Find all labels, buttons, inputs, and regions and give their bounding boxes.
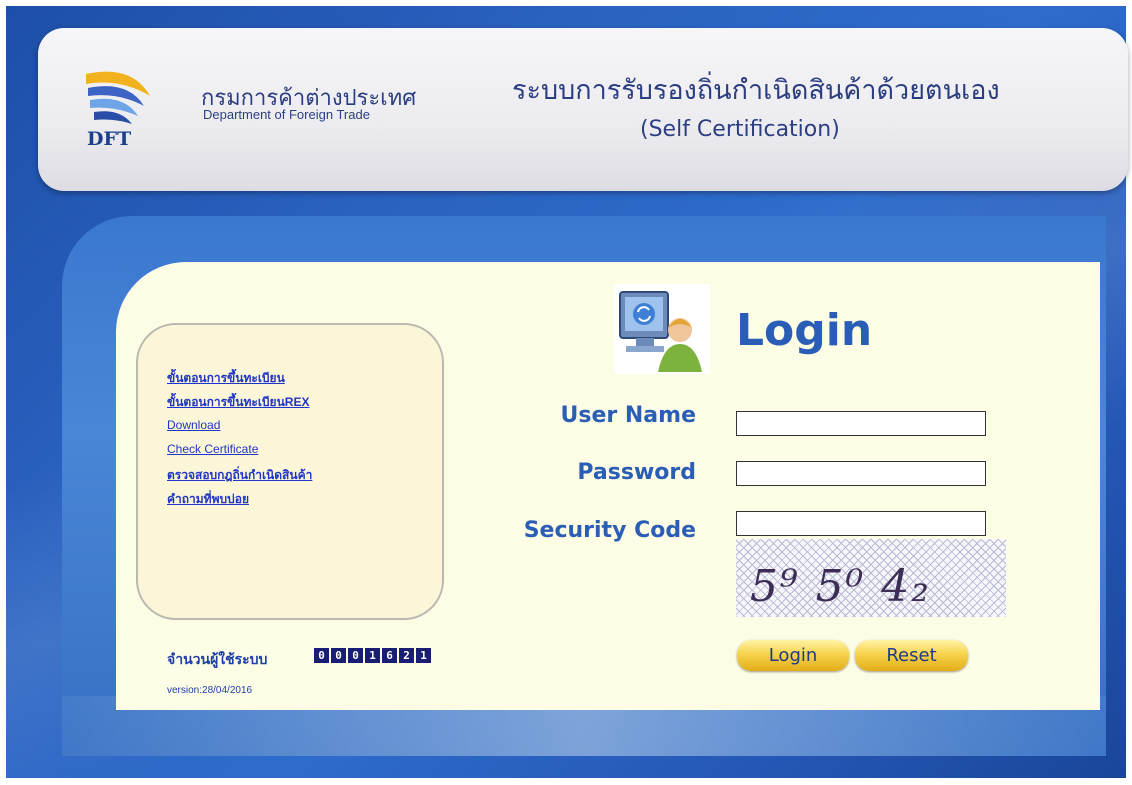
user-counter: 0 0 0 1 6 2 1: [314, 648, 431, 663]
login-button[interactable]: Login: [737, 640, 849, 671]
password-label: Password: [577, 460, 696, 485]
captcha-text: 5⁹ 5⁰ 4₂: [750, 561, 931, 612]
logo-text: DFT: [87, 128, 132, 150]
link-origin-rules[interactable]: ตรวจสอบกฎถิ่นกำเนิดสินค้า: [167, 466, 312, 485]
username-label: User Name: [560, 403, 697, 428]
link-faq[interactable]: คำถามที่พบบ่อย: [167, 490, 249, 509]
org-name-english: Department of Foreign Trade: [203, 107, 370, 122]
login-title: Login: [736, 305, 873, 356]
link-check-certificate[interactable]: Check Certificate: [167, 442, 258, 456]
link-download[interactable]: Download: [167, 418, 220, 432]
counter-digit: 1: [416, 648, 431, 663]
counter-digit: 1: [365, 648, 380, 663]
counter-digit: 2: [399, 648, 414, 663]
system-title-thai: ระบบการรับรองถิ่นกำเนิดสินค้าด้วยตนเอง: [512, 75, 1000, 105]
security-code-label: Security Code: [523, 518, 696, 543]
username-input[interactable]: [736, 411, 986, 436]
version-text: version:28/04/2016: [167, 685, 253, 696]
password-input[interactable]: [736, 461, 986, 486]
counter-digit: 6: [382, 648, 397, 663]
reset-button[interactable]: Reset: [855, 640, 968, 671]
security-code-input[interactable]: [736, 511, 986, 536]
counter-digit: 0: [331, 648, 346, 663]
user-counter-label: จำนวนผู้ใช้ระบบ: [167, 651, 268, 667]
system-title-english: (Self Certification): [640, 117, 840, 142]
link-rex-registration-steps[interactable]: ขั้นตอนการขึ้นทะเบียนREX: [167, 393, 309, 412]
user-refresh-icon: [614, 284, 710, 374]
counter-digit: 0: [314, 648, 329, 663]
link-registration-steps[interactable]: ขั้นตอนการขึ้นทะเบียน: [167, 369, 285, 388]
counter-digit: 0: [348, 648, 363, 663]
captcha-image: 5⁹ 5⁰ 4₂: [736, 539, 1006, 617]
